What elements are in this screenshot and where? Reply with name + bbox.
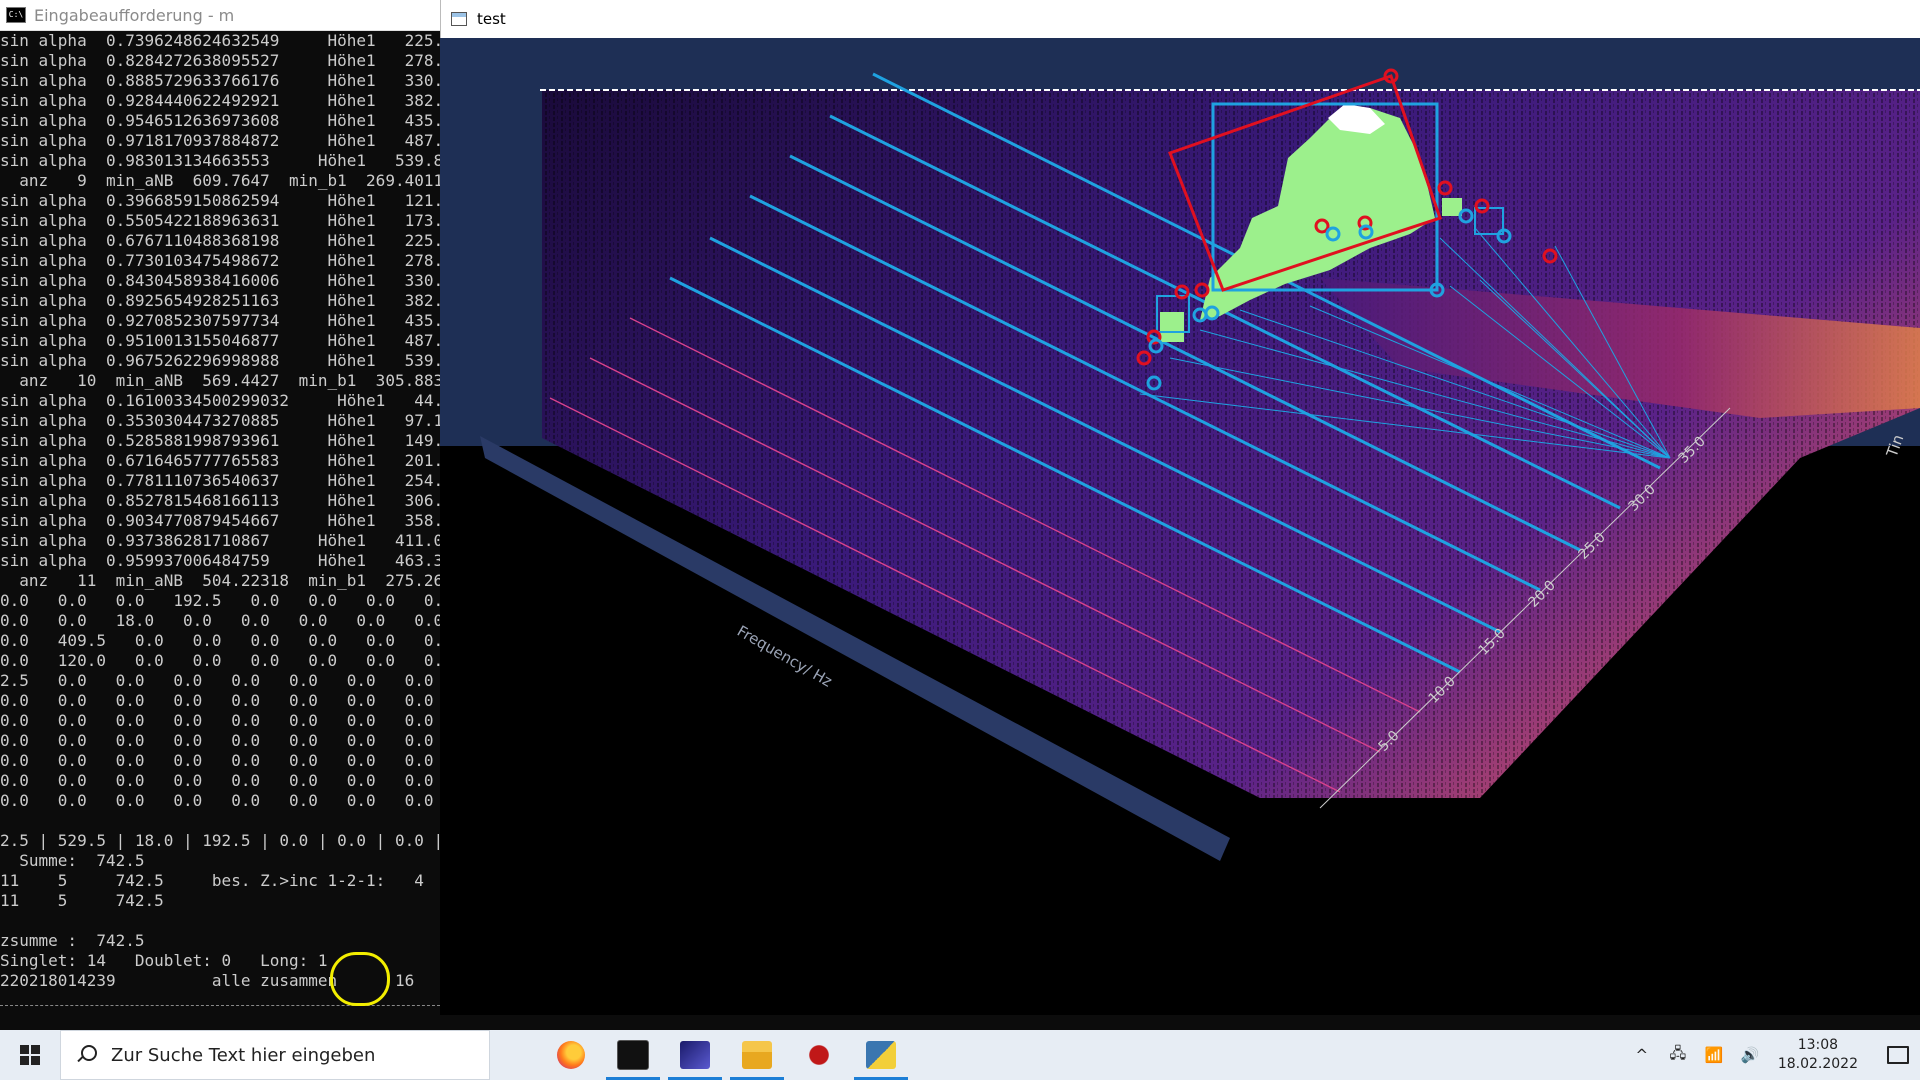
start-button[interactable] (0, 1030, 60, 1080)
console-line: sin alpha 0.3966859150862594 Höhe1 121.3… (0, 191, 440, 210)
console-line: 2.5 0.0 0.0 0.0 0.0 0.0 0.0 0.0 0 (0, 671, 440, 690)
cmd-icon: C:\ (6, 7, 26, 23)
system-tray: ^ 🖧 📶 🔊 13:08 18.02.2022 (1624, 1030, 1920, 1080)
console-line: sin alpha 0.9546512636973608 Höhe1 435.2… (0, 111, 440, 130)
console-line: 11 5 742.5 (0, 891, 164, 910)
taskbar-app-terminal[interactable] (602, 1030, 664, 1080)
console-line: zsumme : 742.5 (0, 931, 145, 950)
notification-icon (1887, 1046, 1909, 1064)
console-line: sin alpha 0.9510013155046877 Höhe1 487.5… (0, 331, 440, 350)
clock[interactable]: 13:08 18.02.2022 (1778, 1036, 1858, 1074)
clock-date: 18.02.2022 (1777, 1056, 1858, 1072)
file-explorer-icon (742, 1041, 772, 1069)
console-line: 0.0 0.0 0.0 0.0 0.0 0.0 0.0 0.0 0 (0, 731, 440, 750)
terminal-icon (617, 1040, 649, 1070)
small-detection-2 (1442, 198, 1462, 216)
console-line: sin alpha 0.7781110736540637 Höhe1 254.1… (0, 471, 440, 490)
console-line: sin alpha 0.8284272638095527 Höhe1 278.2… (0, 51, 440, 70)
small-detection-1 (1160, 312, 1184, 342)
search-box[interactable]: Zur Suche Text hier eingeben (60, 1030, 490, 1080)
search-placeholder: Zur Suche Text hier eingeben (111, 1044, 376, 1066)
console-line: sin alpha 0.8925654928251163 Höhe1 382.9… (0, 291, 440, 310)
console-line: 2.5 | 529.5 | 18.0 | 192.5 | 0.0 | 0.0 |… (0, 831, 440, 850)
console-line: sin alpha 0.983013134663553 Höhe1 539.83… (0, 151, 440, 170)
plot-titlebar[interactable]: test (440, 0, 1920, 38)
highlight-circle (330, 952, 390, 1006)
console-line: sin alpha 0.16100334500299032 Höhe1 44.8… (0, 391, 440, 410)
console-line: sin alpha 0.8527815468166113 Höhe1 306.4… (0, 491, 440, 510)
console-line: sin alpha 0.3530304473270885 Höhe1 97.17… (0, 411, 440, 430)
windows-logo-icon (20, 1045, 40, 1065)
search-icon (77, 1045, 97, 1065)
console-line: sin alpha 0.9270852307597734 Höhe1 435.2… (0, 311, 440, 330)
spectrogram-noise (542, 90, 1920, 798)
python-icon (866, 1041, 896, 1069)
console-line: sin alpha 0.9675262296998988 Höhe1 539.8… (0, 351, 440, 370)
console-line: 0.0 0.0 18.0 0.0 0.0 0.0 0.0 0.0 (0, 611, 440, 630)
notification-button[interactable] (1876, 1046, 1920, 1064)
console-line: sin alpha 0.959937006484759 Höhe1 463.38… (0, 551, 440, 570)
console-line: 0.0 0.0 0.0 192.5 0.0 0.0 0.0 0.0 (0, 591, 440, 610)
plot-window: test 5.0 10.0 15.0 20.0 25.0 30.0 35.0 T… (440, 0, 1920, 1015)
plot-window-title: test (477, 10, 506, 28)
console-line: 11 5 742.5 bes. Z.>inc 1-2-1: 4 (0, 871, 424, 890)
taskbar-app-satellite[interactable] (664, 1030, 726, 1080)
console-line: 0.0 0.0 0.0 0.0 0.0 0.0 0.0 0.0 0 (0, 771, 440, 790)
console-line: 0.0 409.5 0.0 0.0 0.0 0.0 0.0 0.0 (0, 631, 440, 650)
taskbar-app-firefox[interactable] (540, 1030, 602, 1080)
taskbar-app-python[interactable] (850, 1030, 912, 1080)
console-line: 0.0 0.0 0.0 0.0 0.0 0.0 0.0 0.0 0 (0, 791, 440, 810)
console-line: sin alpha 0.7730103475498672 Höhe1 278.2… (0, 251, 440, 270)
chevron-up-icon[interactable]: ^ (1630, 1043, 1654, 1067)
console-line: 0.0 120.0 0.0 0.0 0.0 0.0 0.0 0.0 (0, 651, 440, 670)
console-line: sin alpha 0.937386281710867 Höhe1 411.06… (0, 531, 440, 550)
taskbar: Zur Suche Text hier eingeben ^ 🖧 📶 🔊 13:… (0, 1030, 1920, 1080)
console-line: sin alpha 0.9034770879454667 Höhe1 358.7… (0, 511, 440, 530)
window-icon (451, 12, 467, 26)
console-title: Eingabeaufforderung - m (34, 5, 235, 25)
network-disconnected-icon[interactable]: 🖧 (1666, 1043, 1690, 1067)
console-window: C:\ Eingabeaufforderung - m sin alpha 0.… (0, 0, 440, 1030)
console-line: sin alpha 0.9718170937884872 Höhe1 487.5… (0, 131, 440, 150)
spectrogram-3d-plot: 5.0 10.0 15.0 20.0 25.0 30.0 35.0 Tin Fr… (440, 38, 1920, 861)
console-line: sin alpha 0.9284440622492921 Höhe1 382.8… (0, 91, 440, 110)
firefox-icon (557, 1041, 585, 1069)
console-line: anz 11 min_aNB 504.22318 min_b1 275.2689… (0, 571, 440, 590)
console-line: anz 9 min_aNB 609.7647 min_b1 269.40118 (0, 171, 440, 190)
console-line: anz 10 min_aNB 569.4427 min_b1 305.88397 (0, 371, 440, 390)
satellite-app-icon (680, 1041, 710, 1069)
console-line: sin alpha 0.6767110488368198 Höhe1 225.9… (0, 231, 440, 250)
console-line: 0.0 0.0 0.0 0.0 0.0 0.0 0.0 0.0 0 (0, 691, 440, 710)
volume-icon[interactable]: 🔊 (1738, 1043, 1762, 1067)
wifi-icon[interactable]: 📶 (1702, 1043, 1726, 1067)
console-line: sin alpha 0.8430458938416006 Höhe1 330.5… (0, 271, 440, 290)
console-line: sin alpha 0.8885729633766176 Höhe1 330.5… (0, 71, 440, 90)
console-separator (0, 1005, 440, 1008)
taskbar-app-bug[interactable] (788, 1030, 850, 1080)
console-output: sin alpha 0.7396248624632549 Höhe1 225.9… (0, 31, 440, 991)
console-line: sin alpha 0.7396248624632549 Höhe1 225.9… (0, 31, 440, 50)
bug-app-icon (804, 1041, 834, 1069)
console-line: 0.0 0.0 0.0 0.0 0.0 0.0 0.0 0.0 0 (0, 711, 440, 730)
clock-time: 13:08 (1797, 1037, 1839, 1053)
console-line: sin alpha 0.6716465777765583 Höhe1 201.8… (0, 451, 440, 470)
console-line: 0.0 0.0 0.0 0.0 0.0 0.0 0.0 0.0 0 (0, 751, 440, 770)
console-line: sin alpha 0.5505422188963631 Höhe1 173.6… (0, 211, 440, 230)
console-line: sin alpha 0.5285881998793961 Höhe1 149.4… (0, 431, 440, 450)
taskbar-app-explorer[interactable] (726, 1030, 788, 1080)
console-line: Summe: 742.5 (0, 851, 145, 870)
console-titlebar[interactable]: C:\ Eingabeaufforderung - m (0, 0, 440, 31)
plot-canvas[interactable]: 5.0 10.0 15.0 20.0 25.0 30.0 35.0 Tin Fr… (440, 38, 1920, 1015)
